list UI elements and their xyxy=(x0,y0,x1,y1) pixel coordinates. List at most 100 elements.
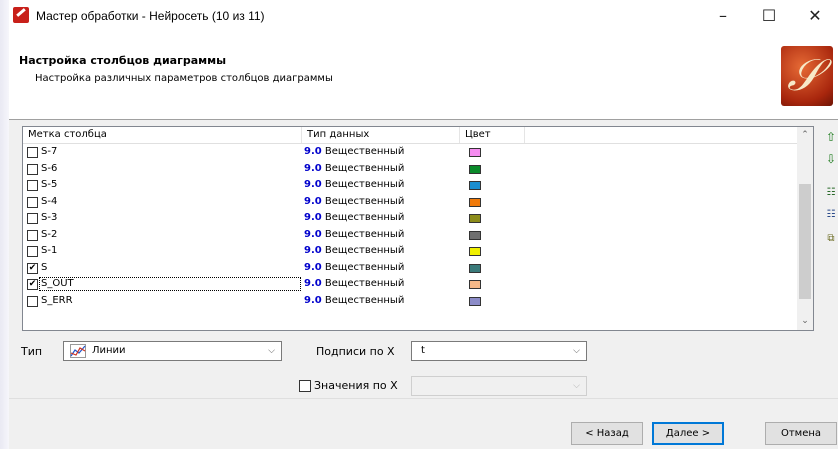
table-row[interactable]: S-4 9.0 Вещественный xyxy=(23,194,797,210)
table-row[interactable]: ✔ S 9.0 Вещественный xyxy=(23,260,797,276)
color-swatch[interactable] xyxy=(469,247,481,256)
x-labels-select[interactable]: t ⌵ xyxy=(411,341,587,361)
type-code: 9.0 xyxy=(304,179,322,190)
type-label: Тип xyxy=(21,345,43,358)
row-checkbox[interactable] xyxy=(27,295,38,307)
type-name: Вещественный xyxy=(324,228,405,240)
color-swatch[interactable] xyxy=(469,230,481,240)
row-type: 9.0 Вещественный xyxy=(304,260,404,276)
type-code: 9.0 xyxy=(304,245,322,256)
row-checkbox[interactable] xyxy=(27,147,38,158)
window-title: Мастер обработки - Нейросеть (10 из 11) xyxy=(36,9,265,23)
row-type: 9.0 Вещественный xyxy=(304,243,404,259)
title-bar: Мастер обработки - Нейросеть (10 из 11) … xyxy=(9,0,838,33)
x-values-select[interactable]: ⌵ xyxy=(411,376,587,396)
table-row[interactable]: S-7 9.0 Вещественный xyxy=(23,144,797,160)
type-name: Вещественный xyxy=(324,162,405,174)
row-label: S-3 xyxy=(41,212,58,223)
background-strip xyxy=(0,0,9,449)
next-button[interactable]: Далее > xyxy=(652,422,724,445)
scroll-up-icon[interactable]: ⌃ xyxy=(797,127,813,144)
row-type: 9.0 Вещественный xyxy=(304,194,404,210)
back-button[interactable]: < Назад xyxy=(571,422,643,445)
wizard-window: Мастер обработки - Нейросеть (10 из 11) … xyxy=(9,0,838,449)
column-header-label[interactable]: Метка столбца xyxy=(23,127,302,143)
color-swatch[interactable] xyxy=(469,296,481,306)
row-label: S_OUT xyxy=(41,278,74,289)
row-checkbox[interactable] xyxy=(27,229,38,241)
color-swatch[interactable] xyxy=(469,148,481,157)
type-name: Вещественный xyxy=(324,179,405,190)
treble-clef-logo-icon: 𝒮 xyxy=(781,46,833,106)
row-label: S-1 xyxy=(41,245,58,256)
row-type: 9.0 Вещественный xyxy=(304,276,404,292)
row-checkbox[interactable] xyxy=(27,196,38,208)
row-checkbox[interactable]: ✔ xyxy=(27,262,38,274)
column-header-color[interactable]: Цвет xyxy=(460,127,525,143)
color-swatch[interactable] xyxy=(469,263,481,273)
color-swatch[interactable] xyxy=(469,280,481,289)
row-checkbox[interactable]: ✔ xyxy=(27,279,38,290)
row-checkbox[interactable] xyxy=(27,163,38,175)
color-swatch[interactable] xyxy=(469,197,481,207)
line-chart-icon xyxy=(70,344,86,358)
close-button[interactable]: ✕ xyxy=(792,3,838,29)
deselect-all-icon[interactable]: ☷ xyxy=(822,206,838,224)
move-up-icon[interactable]: ⇧ xyxy=(822,128,838,146)
type-code: 9.0 xyxy=(304,278,322,289)
row-label: S-7 xyxy=(41,146,58,157)
row-label: S xyxy=(41,261,48,273)
columns-table[interactable]: Метка столбца Тип данных Цвет S-7 9.0 Вещ… xyxy=(22,126,814,331)
table-row[interactable]: S-6 9.0 Вещественный xyxy=(23,161,797,177)
scroll-thumb[interactable] xyxy=(799,184,811,299)
row-label: S_ERR xyxy=(41,294,73,306)
column-header-type[interactable]: Тип данных xyxy=(302,127,460,143)
type-code: 9.0 xyxy=(304,195,322,207)
select-all-icon[interactable]: ☷ xyxy=(822,184,838,202)
table-row[interactable]: S-3 9.0 Вещественный xyxy=(23,210,797,226)
x-labels-value: t xyxy=(421,345,425,356)
scroll-down-icon[interactable]: ⌄ xyxy=(797,313,813,330)
x-labels-label: Подписи по X xyxy=(316,345,395,358)
row-label: S-6 xyxy=(41,162,58,174)
type-name: Вещественный xyxy=(324,245,405,256)
cancel-button[interactable]: Отмена xyxy=(765,422,837,445)
type-code: 9.0 xyxy=(304,228,322,240)
invert-selection-icon[interactable]: ⧉ xyxy=(822,230,838,248)
x-values-label: Значения по X xyxy=(314,379,398,392)
color-swatch[interactable] xyxy=(469,214,481,223)
x-values-checkbox[interactable] xyxy=(299,380,311,392)
row-checkbox[interactable] xyxy=(27,180,38,191)
table-row[interactable]: S_ERR 9.0 Вещественный xyxy=(23,293,797,309)
minimize-button[interactable]: – xyxy=(700,3,746,29)
type-code: 9.0 xyxy=(304,294,322,306)
row-checkbox[interactable] xyxy=(27,213,38,224)
color-swatch[interactable] xyxy=(469,181,481,190)
move-down-icon[interactable]: ⇩ xyxy=(822,150,838,168)
type-name: Вещественный xyxy=(324,294,405,306)
table-row[interactable]: S-1 9.0 Вещественный xyxy=(23,243,797,259)
table-row[interactable]: S-5 9.0 Вещественный xyxy=(23,177,797,193)
page-title: Настройка столбцов диаграммы xyxy=(19,54,227,67)
chart-type-select[interactable]: Линии ⌵ xyxy=(63,341,282,361)
chevron-down-icon: ⌵ xyxy=(573,346,580,356)
row-label: S-5 xyxy=(41,179,58,190)
type-name: Вещественный xyxy=(324,146,405,157)
table-row[interactable]: S-2 9.0 Вещественный xyxy=(23,227,797,243)
type-code: 9.0 xyxy=(304,212,322,223)
row-label: S-4 xyxy=(41,195,58,207)
type-code: 9.0 xyxy=(304,261,322,273)
chevron-down-icon: ⌵ xyxy=(573,381,580,391)
type-code: 9.0 xyxy=(304,146,322,157)
chart-type-value: Линии xyxy=(92,345,126,356)
maximize-button[interactable]: ☐ xyxy=(746,3,792,29)
color-swatch[interactable] xyxy=(469,164,481,174)
table-scrollbar[interactable]: ⌃ ⌄ xyxy=(797,127,813,330)
type-code: 9.0 xyxy=(304,162,322,174)
table-row[interactable]: ✔ S_OUT 9.0 Вещественный xyxy=(23,276,797,292)
row-label: S-2 xyxy=(41,228,58,240)
type-name: Вещественный xyxy=(324,278,405,289)
row-checkbox[interactable] xyxy=(27,246,38,257)
type-name: Вещественный xyxy=(324,212,405,223)
table-header: Метка столбца Тип данных Цвет xyxy=(23,127,797,144)
